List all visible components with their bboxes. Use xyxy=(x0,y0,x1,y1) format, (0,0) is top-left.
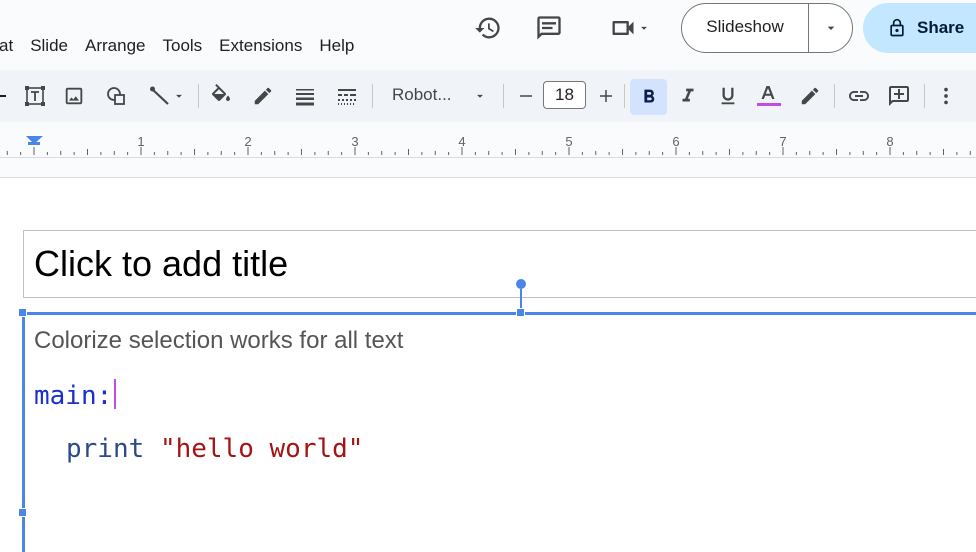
bold-button[interactable] xyxy=(630,79,667,115)
insert-link-icon[interactable] xyxy=(843,80,875,112)
italic-icon[interactable] xyxy=(673,80,703,112)
share-label: Share xyxy=(917,18,965,37)
shape-icon[interactable] xyxy=(101,80,131,112)
border-weight-icon[interactable] xyxy=(289,80,321,112)
rotate-handle[interactable] xyxy=(516,279,526,289)
code-print-keyword: print xyxy=(66,434,145,464)
title-placeholder: Click to add title xyxy=(34,243,289,284)
share-button[interactable]: Share xyxy=(863,3,976,53)
ruler-number: 7 xyxy=(779,134,786,149)
insert-image-icon[interactable] xyxy=(60,80,88,112)
comment-icon[interactable] xyxy=(533,12,565,44)
toolbar-divider xyxy=(834,84,835,108)
code-line-2: print "hello world" xyxy=(66,434,363,464)
slideshow-options-button[interactable] xyxy=(809,20,852,36)
code-line-1: main: xyxy=(34,379,117,411)
border-color-icon[interactable] xyxy=(248,80,278,112)
chevron-down-icon xyxy=(641,26,647,30)
meet-video-icon[interactable] xyxy=(600,12,660,44)
ruler-number: 6 xyxy=(672,134,679,149)
slideshow-button-group: Slideshow xyxy=(681,3,853,53)
toolbar-divider xyxy=(372,84,373,108)
decrease-font-size-icon[interactable] xyxy=(512,80,540,112)
ruler-number: 1 xyxy=(137,134,144,149)
font-family-label: Robot... xyxy=(392,85,452,104)
line-tool-icon[interactable] xyxy=(142,80,192,112)
toolbar-divider xyxy=(503,84,504,108)
chevron-down-icon xyxy=(827,26,834,30)
toolbar-divider xyxy=(924,84,925,108)
menu-extensions[interactable]: Extensions xyxy=(219,35,302,57)
bold-icon xyxy=(643,89,654,103)
menu-tools[interactable]: Tools xyxy=(162,35,202,57)
ruler-number: 4 xyxy=(458,134,465,149)
formatting-toolbar xyxy=(0,70,976,122)
more-options-icon[interactable] xyxy=(934,80,958,112)
menu-slide[interactable]: Slide xyxy=(30,35,68,57)
ruler-ticks: 1 2 3 4 5 6 7 8 xyxy=(6,134,971,155)
resize-handle-middle-left[interactable] xyxy=(18,508,27,517)
text-color-icon[interactable] xyxy=(753,80,785,112)
ruler-number: 3 xyxy=(351,134,358,149)
code-main-keyword: main: xyxy=(34,381,113,411)
menu-bar: at Slide Arrange Tools Extensions Help xyxy=(0,35,371,57)
text-cursor xyxy=(114,379,117,409)
highlight-color-icon[interactable] xyxy=(795,80,825,112)
toolbar-cutoff-icon xyxy=(0,80,10,112)
slideshow-button[interactable]: Slideshow xyxy=(682,3,809,53)
menu-arrange[interactable]: Arrange xyxy=(85,35,145,57)
chevron-down-icon xyxy=(477,94,483,98)
underline-icon[interactable] xyxy=(713,80,743,112)
add-comment-icon[interactable] xyxy=(884,80,914,112)
font-size-input[interactable]: 18 xyxy=(543,81,586,109)
ruler-number: 2 xyxy=(244,134,251,149)
toolbar-divider xyxy=(198,84,199,108)
resize-handle-top-left[interactable] xyxy=(18,308,27,317)
ruler-number: 5 xyxy=(565,134,572,149)
menu-format[interactable]: at xyxy=(0,35,13,57)
body-text: Colorize selection works for all text xyxy=(34,327,404,354)
version-history-icon[interactable] xyxy=(472,12,504,44)
lock-icon xyxy=(890,18,904,37)
menu-help[interactable]: Help xyxy=(319,35,354,57)
horizontal-ruler: 1 2 3 4 5 6 7 8 xyxy=(0,122,976,158)
chevron-down-icon xyxy=(176,94,182,98)
top-bar: at Slide Arrange Tools Extensions Help S… xyxy=(0,0,976,70)
resize-handle-top-middle[interactable] xyxy=(516,308,525,317)
ruler-number: 8 xyxy=(886,134,893,149)
canvas-background xyxy=(0,158,976,178)
title-placeholder-box[interactable]: Click to add title xyxy=(23,230,976,298)
code-string-literal: "hello world" xyxy=(159,434,364,464)
increase-font-size-icon[interactable] xyxy=(592,80,620,112)
fill-color-icon[interactable] xyxy=(206,80,236,112)
border-dash-icon[interactable] xyxy=(331,80,363,112)
text-box-icon[interactable] xyxy=(20,80,50,112)
toolbar-divider xyxy=(624,84,625,108)
